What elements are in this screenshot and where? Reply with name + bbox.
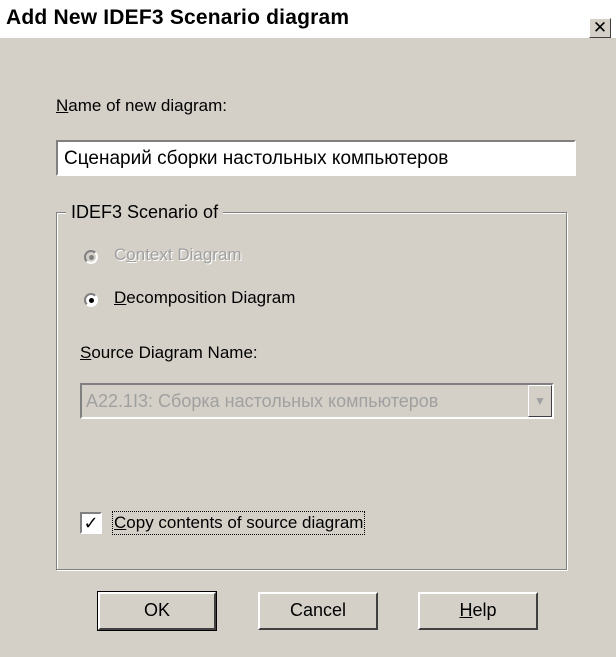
- close-button[interactable]: ✕: [589, 18, 611, 38]
- help-button[interactable]: Help: [418, 592, 538, 630]
- cancel-button[interactable]: Cancel: [258, 592, 378, 630]
- dialog-title: Add New IDEF3 Scenario diagram: [6, 6, 350, 29]
- ok-button[interactable]: OK: [97, 591, 217, 631]
- context-diagram-label: Context Diagram: [114, 245, 242, 264]
- source-diagram-select[interactable]: A22.1I3: Сборка настольных компьютеров ▼: [80, 383, 554, 419]
- diagram-name-input[interactable]: Сценарий сборки настольных компьютеров: [56, 140, 576, 176]
- checkmark-icon: ✓: [83, 513, 99, 533]
- copy-contents-checkbox[interactable]: ✓: [80, 512, 102, 534]
- context-diagram-radio[interactable]: [84, 250, 98, 264]
- scenario-group-title: IDEF3 Scenario of: [66, 202, 224, 223]
- source-diagram-value: A22.1I3: Сборка настольных компьютеров: [86, 391, 439, 411]
- close-icon: ✕: [592, 18, 608, 37]
- name-field-label: Name of new diagram:: [56, 96, 228, 115]
- source-diagram-label: Source Diagram Name:: [80, 343, 258, 362]
- title-bar: Add New IDEF3 Scenario diagram ✕: [0, 0, 616, 38]
- chevron-down-icon[interactable]: ▼: [528, 385, 552, 417]
- decomposition-diagram-label: Decomposition Diagram: [114, 288, 296, 307]
- copy-contents-label: Copy contents of source diagram: [111, 511, 366, 535]
- decomposition-diagram-radio[interactable]: [84, 293, 98, 307]
- radio-selected-dot: [89, 298, 94, 303]
- radio-selected-dot: [89, 255, 94, 260]
